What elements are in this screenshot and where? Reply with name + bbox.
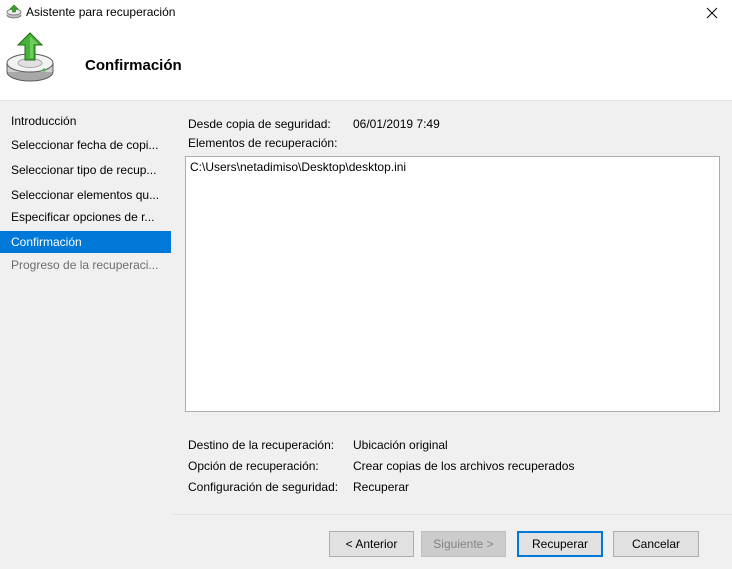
sidebar-item-progreso: Progreso de la recuperaci... — [11, 258, 159, 272]
recovery-items-list[interactable]: C:\Users\netadimiso\Desktop\desktop.ini — [185, 156, 720, 412]
option-value: Crear copias de los archivos recuperados — [353, 459, 575, 473]
backup-app-icon — [6, 4, 22, 19]
window-title: Asistente para recuperación — [26, 5, 176, 19]
close-button[interactable] — [692, 0, 732, 26]
sidebar-item-seleccionar-elementos[interactable]: Seleccionar elementos qu... — [0, 184, 171, 206]
next-button: Siguiente > — [421, 531, 506, 557]
security-label: Configuración de seguridad: — [188, 480, 339, 494]
sidebar-item-tipo-recuperacion[interactable]: Seleccionar tipo de recup... — [0, 159, 171, 181]
list-item[interactable]: C:\Users\netadimiso\Desktop\desktop.ini — [190, 160, 406, 174]
sidebar-item-confirmacion[interactable]: Confirmación — [0, 231, 171, 253]
close-icon — [706, 7, 718, 19]
backup-value: 06/01/2019 7:49 — [353, 117, 440, 131]
sidebar-item-especificar-opciones[interactable]: Especificar opciones de r... — [0, 206, 171, 228]
cancel-button[interactable]: Cancelar — [613, 531, 699, 557]
security-value: Recuperar — [353, 480, 410, 494]
recover-button[interactable]: Recuperar — [517, 531, 603, 557]
backup-label: Desde copia de seguridad: — [188, 117, 331, 131]
back-button[interactable]: < Anterior — [329, 531, 414, 557]
title-bar: Asistente para recuperación — [0, 0, 732, 26]
recovery-drive-icon — [6, 32, 54, 82]
destination-value: Ubicación original — [353, 438, 448, 452]
option-label: Opción de recuperación: — [188, 459, 319, 473]
confirmation-panel: Desde copia de seguridad: 06/01/2019 7:4… — [172, 101, 732, 514]
sidebar-item-fecha-copia[interactable]: Seleccionar fecha de copi... — [0, 134, 171, 156]
items-label: Elementos de recuperación: — [188, 136, 338, 150]
wizard-header: Confirmación — [0, 26, 732, 100]
wizard-footer: < Anterior Siguiente > Recuperar Cancela… — [172, 515, 732, 569]
wizard-steps-sidebar: Introducción Seleccionar fecha de copi..… — [0, 101, 172, 569]
sidebar-item-introduccion[interactable]: Introducción — [0, 110, 171, 132]
page-title: Confirmación — [85, 57, 182, 74]
destination-label: Destino de la recuperación: — [188, 438, 335, 452]
